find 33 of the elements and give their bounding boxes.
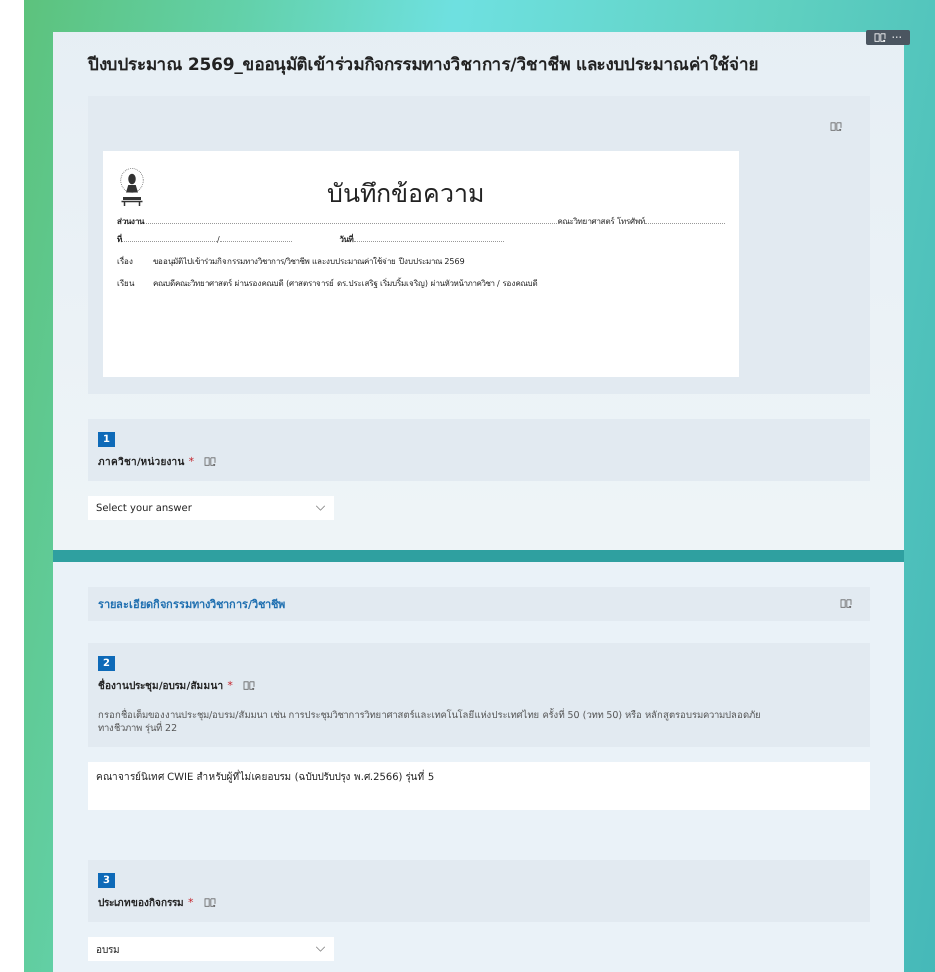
question-number: 1 [98, 432, 115, 447]
memo-value: ขออนุมัติไปเข้าร่วมกิจกรรมทางวิชาการ/วิชาชีพ และงบประมาณค่าใช้จ่าย ปีงบประมาณ 2569 [153, 256, 465, 268]
question-number: 2 [98, 656, 115, 671]
immersive-reader-icon[interactable] [242, 680, 255, 690]
question-number: 3 [98, 873, 115, 888]
chevron-down-icon [315, 505, 326, 511]
memo-heading: บันทึกข้อความ [327, 178, 484, 210]
memo-label: ส่วนงาน [117, 216, 144, 228]
more-options-button[interactable]: ··· [892, 31, 902, 44]
immersive-reader-icon[interactable] [204, 456, 216, 466]
memo-label: วันที่ [340, 232, 354, 246]
form-title: ปีงบประมาณ 2569_ขออนุมัติเข้าร่วมกิจกรรมทางวิชาการ/วิชาชีพ และงบประมาณค่าใช้จ่าย [88, 54, 760, 76]
question-label: ชื่องานประชุม/อบรม/สัมมนา [98, 678, 224, 693]
question-label: ประเภทของกิจกรรม [98, 896, 184, 910]
memo-label: เรียน [117, 278, 136, 290]
memo-value: / [217, 234, 220, 246]
required-mark: * [188, 455, 194, 468]
memo-value: คณบดีคณะวิทยาศาสตร์ ผ่านรองคณบดี (ศาสตราจารย์ ดร.ประเสริฐ เริ่มบริ้มเจริญ) ผ่านหัวหน้าภาควิชา / รองคณบดี [153, 276, 538, 290]
required-mark: * [188, 896, 194, 909]
answer-field[interactable]: คณาจารย์นิเทศ CWIE สำหรับผู้ที่ไม่เคยอบรม (ฉบับปรับปรุง พ.ศ.2566) รุ่นที่ 5 [88, 762, 870, 810]
memo-label: เรื่อง [117, 255, 134, 268]
required-mark: * [227, 679, 233, 692]
question-hint: กรอกชื่อเต็มของงานประชุม/อบรม/สัมมนา เช่น การประชุมวิชาการวิทยาศาสตร์และเทคโนโลยีแห่งประเทศไทย ครั้งที่ 50 (วทท 50) หรือ หลักสูตรอบรมความปลอดภัยทางชีวภาพ รุ่นที่ 22 [98, 709, 762, 735]
memo-value: คณะวิทยาศาสตร์ โทรศัพท์ [557, 216, 645, 228]
section-title: รายละเอียดกิจกรรมทางวิชาการ/วิชาชีพ [98, 597, 286, 613]
question-label: ภาควิชา/หน่วยงาน [98, 456, 185, 469]
answer-dropdown[interactable]: อบรม [88, 937, 334, 961]
chevron-down-icon [315, 946, 326, 952]
immersive-reader-icon[interactable] [840, 599, 852, 609]
answer-dropdown[interactable]: Select your answer [88, 496, 334, 520]
memo-label: ที่ [117, 232, 122, 246]
immersive-reader-icon[interactable] [830, 122, 842, 132]
immersive-reader-icon[interactable] [204, 898, 216, 908]
